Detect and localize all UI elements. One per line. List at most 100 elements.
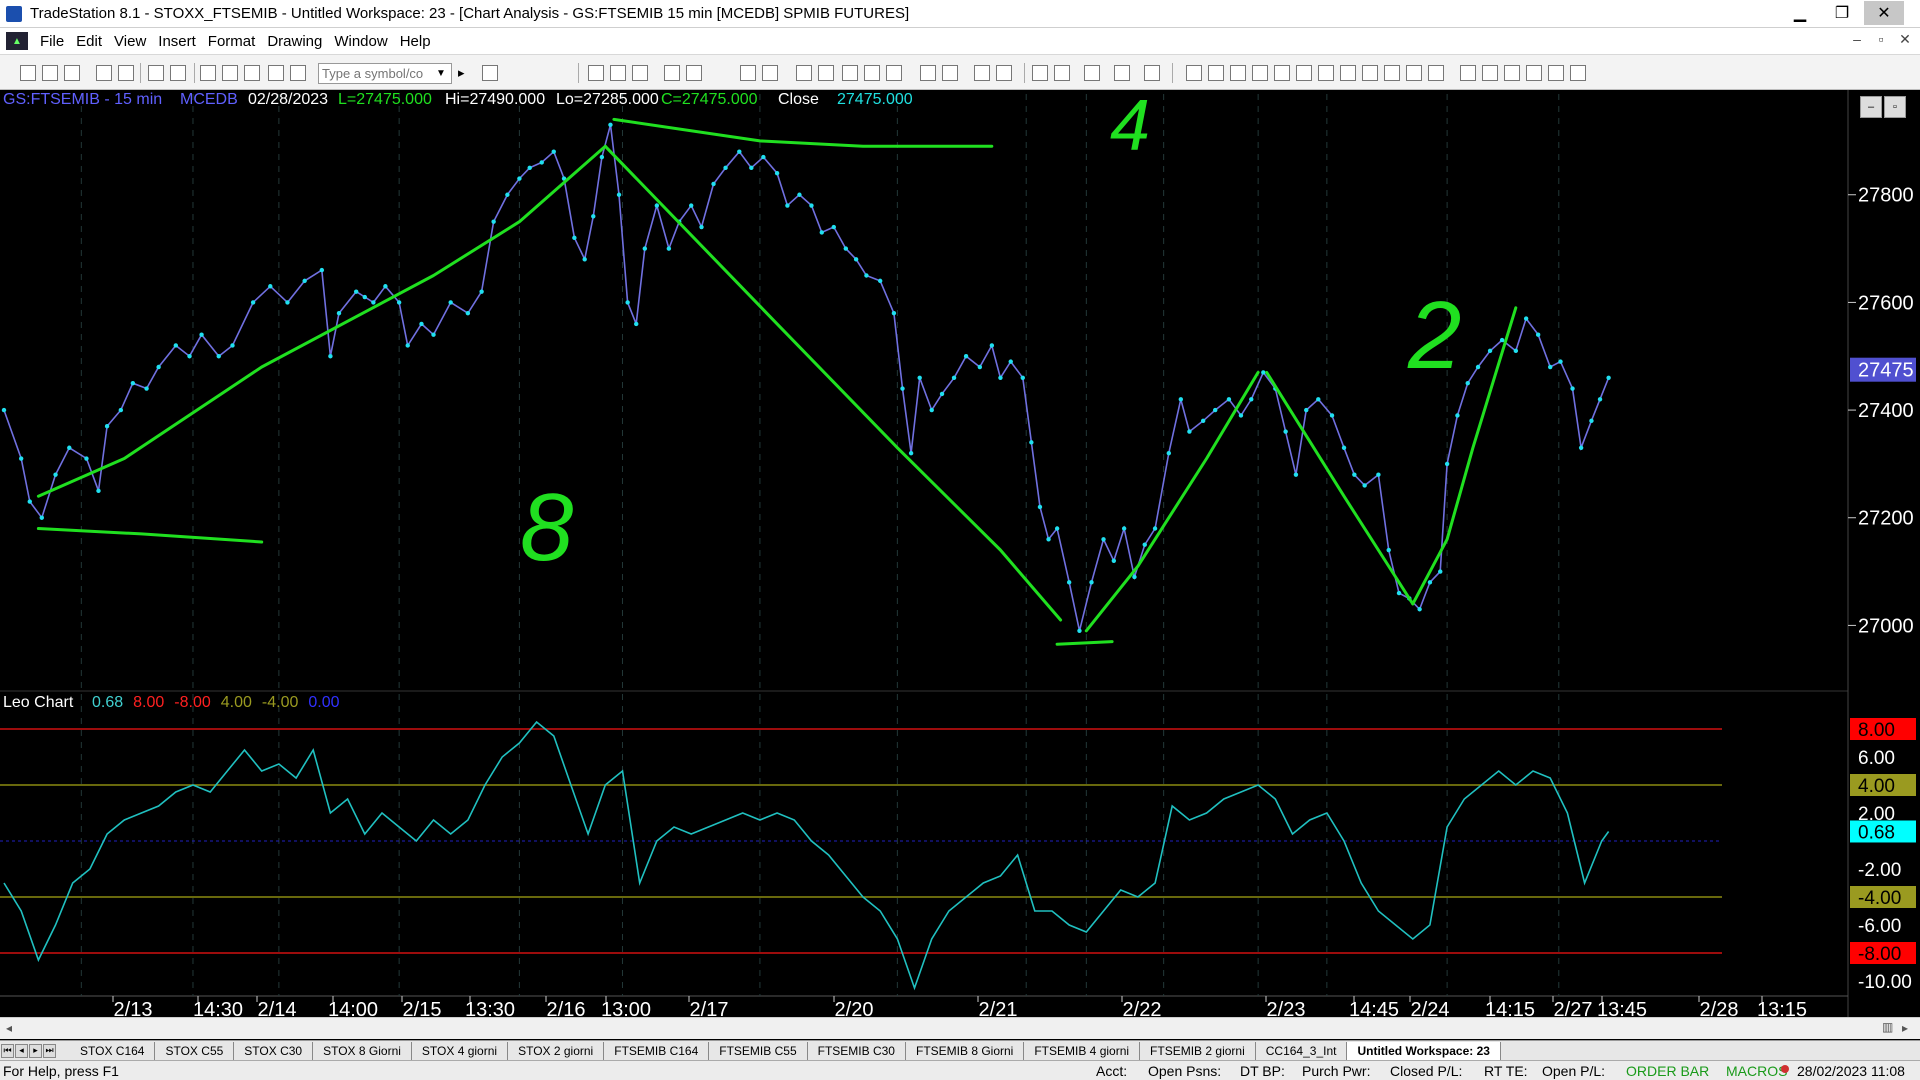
menu-view[interactable]: View [114,33,146,50]
find-icon[interactable] [482,65,498,81]
bar2-icon[interactable] [610,65,626,81]
menu-window[interactable]: Window [334,33,387,50]
strategy-icon[interactable] [842,65,858,81]
menu-insert[interactable]: Insert [158,33,196,50]
mdi-minimize-button[interactable]: – [1846,31,1868,47]
minimize-button[interactable]: ▁ [1780,1,1820,25]
down-arrow-icon[interactable] [1482,65,1498,81]
low-line-left[interactable] [36,527,264,544]
text-icon[interactable] [1570,65,1586,81]
tab-prev-icon[interactable]: ◂ [15,1043,28,1058]
status-macros[interactable]: MACROS [1726,1063,1787,1079]
refresh-icon[interactable] [686,65,702,81]
low-line-right[interactable] [1055,640,1114,646]
trend-up-1[interactable] [36,144,607,498]
scroll-left-icon[interactable]: ◂ [6,1021,12,1035]
menu-help[interactable]: Help [400,33,431,50]
tools-icon[interactable] [1084,65,1100,81]
gann-icon[interactable] [1340,65,1356,81]
lines-icon[interactable] [1230,65,1246,81]
sheet-tab[interactable]: STOX C55 [155,1041,235,1060]
layout-icon[interactable] [200,65,216,81]
top-line[interactable] [612,117,994,148]
zoom-in-icon[interactable] [974,65,990,81]
pointer-icon[interactable] [1032,65,1048,81]
draw-icon[interactable] [268,65,284,81]
open-icon[interactable] [42,65,58,81]
scroll-right-icon[interactable]: ▸ [1902,1021,1908,1035]
window-icon[interactable] [96,65,112,81]
indicator-icon[interactable] [818,65,834,81]
chart-minimize-button[interactable]: – [1860,96,1882,118]
bars-icon[interactable] [942,65,958,81]
up-arrow-icon[interactable] [1504,65,1520,81]
bar-icon[interactable] [588,65,604,81]
menu-format[interactable]: Format [208,33,256,50]
mdi-restore-button[interactable]: ▫ [1870,31,1892,47]
folder-icon[interactable] [118,65,134,81]
chart-area[interactable]: 4 2 8 27800 27600 27400 27200 27000 27475 8.00 6.0… [0,90,1920,1050]
scroll-thumb-icon[interactable]: ▥ [1882,1020,1893,1034]
sheet-tab[interactable]: FTSEMIB 2 giorni [1140,1041,1256,1060]
symbol-input[interactable] [318,63,452,84]
tab-last-icon[interactable]: ⏭ [43,1043,56,1058]
ray-icon[interactable] [1296,65,1312,81]
lock-icon[interactable] [244,65,260,81]
sheet-tab[interactable]: FTSEMIB C55 [709,1041,808,1060]
trend-down-1[interactable] [603,144,1063,622]
trend-down-2[interactable] [1265,370,1415,606]
layout2-icon[interactable] [222,65,238,81]
sheet-tab[interactable]: FTSEMIB C164 [604,1041,710,1060]
restore-button[interactable]: ❐ [1822,1,1862,25]
pencil-icon[interactable] [1428,65,1444,81]
chart-type-icon[interactable] [664,65,680,81]
sheet-tab[interactable]: STOX 4 giorni [412,1041,509,1060]
menu-drawing[interactable]: Drawing [267,33,322,50]
sheet-tab[interactable]: STOX 2 giorni [508,1041,605,1060]
chart-canvas[interactable]: 4 2 8 27800 27600 27400 27200 27000 27475 8.00 6.0… [0,90,1920,1017]
channel-icon[interactable] [1274,65,1290,81]
save-icon[interactable] [148,65,164,81]
cursor-icon[interactable] [1054,65,1070,81]
sheet-tab[interactable]: STOX C30 [234,1041,314,1060]
symbol-go-icon[interactable]: ▸ [458,65,465,81]
zoom-out-icon[interactable] [996,65,1012,81]
sheet-tab[interactable]: FTSEMIB C30 [808,1041,906,1060]
circle-icon[interactable] [1526,65,1542,81]
print-icon[interactable] [170,65,186,81]
sheet-tab[interactable]: CC164_3_Int [1256,1041,1348,1060]
rect-icon[interactable] [1548,65,1564,81]
copy-icon[interactable] [64,65,80,81]
menu-file[interactable]: File [40,33,64,50]
mdi-close-button[interactable]: ✕ [1894,31,1916,48]
curve-icon[interactable] [1460,65,1476,81]
arc-icon[interactable] [1406,65,1422,81]
scroll-icon[interactable] [920,65,936,81]
trendline-icon[interactable] [1186,65,1202,81]
tab-next-icon[interactable]: ▸ [29,1043,42,1058]
fib-icon[interactable] [1252,65,1268,81]
copy-chart-icon[interactable] [740,65,756,81]
sheet-tab[interactable]: FTSEMIB 8 Giorni [906,1041,1025,1060]
hline-icon[interactable] [1208,65,1224,81]
parallel-icon[interactable] [1384,65,1400,81]
status-order-bar[interactable]: ORDER BAR [1626,1063,1709,1079]
arrow-h-icon[interactable] [1362,65,1378,81]
macro-icon[interactable] [290,65,306,81]
sheet-tab[interactable]: Untitled Workspace: 23 [1347,1041,1501,1060]
trend-up-2[interactable] [1084,370,1260,633]
bar3-icon[interactable] [632,65,648,81]
new-icon[interactable] [20,65,36,81]
chart-restore-button[interactable]: ▫ [1884,96,1906,118]
menu-edit[interactable]: Edit [76,33,102,50]
workspace-icon[interactable] [1114,65,1130,81]
horizontal-scrollbar[interactable]: ◂ ▥ ▸ [0,1017,1920,1039]
sheet-tab[interactable]: STOX C164 [70,1041,156,1060]
analysis-icon[interactable] [796,65,812,81]
tab-first-icon[interactable]: ⏮ [1,1043,14,1058]
chart-window-icon[interactable]: ▲ [6,32,28,50]
close-button[interactable]: ✕ [1864,1,1904,25]
matrix-icon[interactable] [886,65,902,81]
dim-icon[interactable] [1144,65,1160,81]
sheet-tab[interactable]: STOX 8 Giorni [313,1041,412,1060]
